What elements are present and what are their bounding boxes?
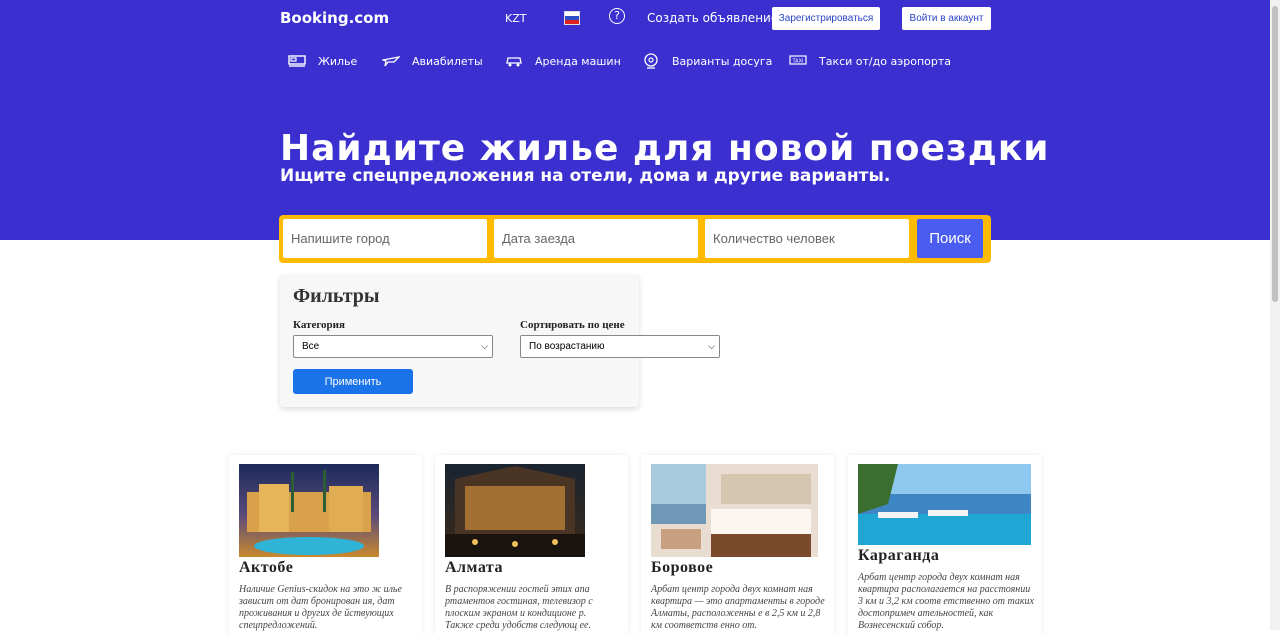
- chevron-down-icon: ⌵: [708, 341, 715, 351]
- filters-title: Фильтры: [293, 285, 380, 307]
- card-description: Наличие Genius-скидок на это ж илье зави…: [239, 584, 402, 631]
- nav-stays[interactable]: Жилье: [288, 50, 357, 72]
- bed-icon: [288, 55, 306, 67]
- login-button[interactable]: Войти в аккаунт: [902, 7, 991, 30]
- booking-logo[interactable]: Booking.com: [280, 9, 389, 27]
- sort-value: По возрастанию: [529, 341, 605, 352]
- hotel-card[interactable]: Боровое Арбат центр города двух комнат н…: [641, 455, 834, 635]
- hotel-card[interactable]: Караганда Арбат центр города двух комнат…: [848, 455, 1041, 635]
- scrollbar[interactable]: [1270, 0, 1280, 630]
- nav-flights[interactable]: Авиабилеты: [382, 50, 483, 72]
- nav-attractions[interactable]: Варианты досуга: [642, 50, 772, 72]
- hotel-card[interactable]: Актобе Наличие Genius-скидок на это ж ил…: [229, 455, 422, 635]
- nav-airport-taxi[interactable]: TAXI Такси от/до аэропорта: [789, 50, 951, 72]
- language-flag-icon[interactable]: [564, 11, 580, 25]
- nav-label: Такси от/до аэропорта: [819, 54, 952, 68]
- page-subtitle: Ищите спецпредложения на отели, дома и д…: [280, 166, 891, 186]
- apply-button[interactable]: Применить: [293, 369, 413, 394]
- guests-input[interactable]: [705, 219, 909, 258]
- card-description: Арбат центр города двух комнат ная кварт…: [858, 572, 1034, 631]
- hero-banner: [0, 0, 1270, 240]
- checkin-date-input[interactable]: [494, 219, 698, 258]
- search-bar: Поиск: [279, 215, 991, 263]
- sort-select[interactable]: По возрастанию ⌵: [520, 335, 720, 358]
- scrollbar-thumb[interactable]: [1272, 6, 1278, 302]
- sort-label: Сортировать по цене: [520, 319, 625, 331]
- city-input[interactable]: [283, 219, 487, 258]
- nav-label: Авиабилеты: [412, 54, 483, 68]
- plane-icon: [382, 56, 400, 67]
- nav-label: Жилье: [318, 54, 358, 68]
- nav-label: Аренда машин: [535, 54, 621, 68]
- question-circle-icon[interactable]: ?: [609, 8, 625, 24]
- page-title: Найдите жилье для новой поездки: [280, 128, 1050, 169]
- attraction-icon: [644, 53, 658, 69]
- filters-panel: Фильтры Категория Все ⌵ Сортировать по ц…: [280, 275, 720, 407]
- hotel-image: [858, 464, 1031, 545]
- hotel-image: [651, 464, 818, 557]
- card-title: Алмата: [445, 559, 503, 576]
- nav-car-rental[interactable]: Аренда машин: [505, 50, 621, 72]
- chevron-down-icon: ⌵: [481, 341, 488, 351]
- list-property-link[interactable]: Создать объявление: [647, 11, 778, 25]
- card-title: Актобе: [239, 559, 294, 576]
- card-title: Боровое: [651, 559, 714, 576]
- hotel-card[interactable]: Алмата В распоряжении гостей этих апа рт…: [435, 455, 628, 635]
- card-description: Арбат центр города двух комнат ная кварт…: [651, 584, 825, 631]
- card-title: Караганда: [858, 547, 940, 564]
- card-description: В распоряжении гостей этих апа ртаментов…: [445, 584, 593, 631]
- car-icon: [506, 57, 522, 67]
- register-button[interactable]: Зарегистрироваться: [772, 7, 880, 30]
- hotel-image: [445, 464, 585, 557]
- category-select[interactable]: Все ⌵: [293, 335, 493, 358]
- currency-selector[interactable]: KZT: [505, 12, 526, 25]
- taxi-icon: TAXI: [789, 55, 807, 65]
- category-value: Все: [302, 341, 320, 352]
- search-button[interactable]: Поиск: [917, 219, 983, 258]
- nav-label: Варианты досуга: [672, 54, 773, 68]
- category-label: Категория: [293, 319, 345, 331]
- svg-text:TAXI: TAXI: [792, 59, 804, 65]
- hotel-image: [239, 464, 379, 557]
